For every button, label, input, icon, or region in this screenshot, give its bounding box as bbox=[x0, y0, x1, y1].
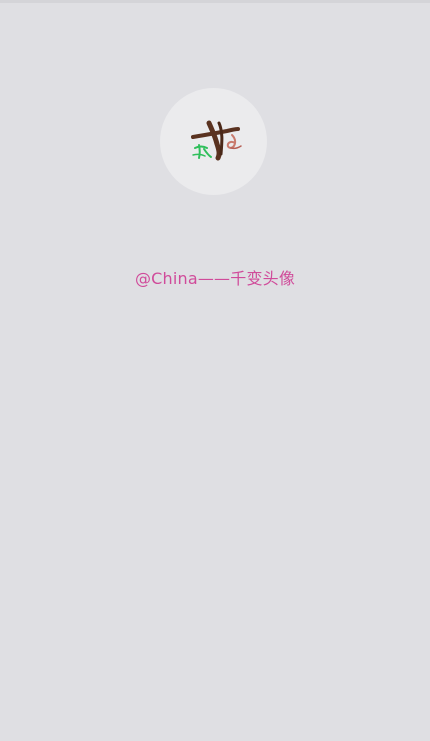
profile-handle: @China——千变头像 bbox=[134, 269, 296, 288]
calligraphy-avatar-icon bbox=[191, 120, 242, 161]
profile-screen: @China——千变头像 bbox=[0, 0, 430, 741]
status-bar-divider bbox=[0, 0, 430, 3]
avatar[interactable] bbox=[160, 88, 267, 195]
